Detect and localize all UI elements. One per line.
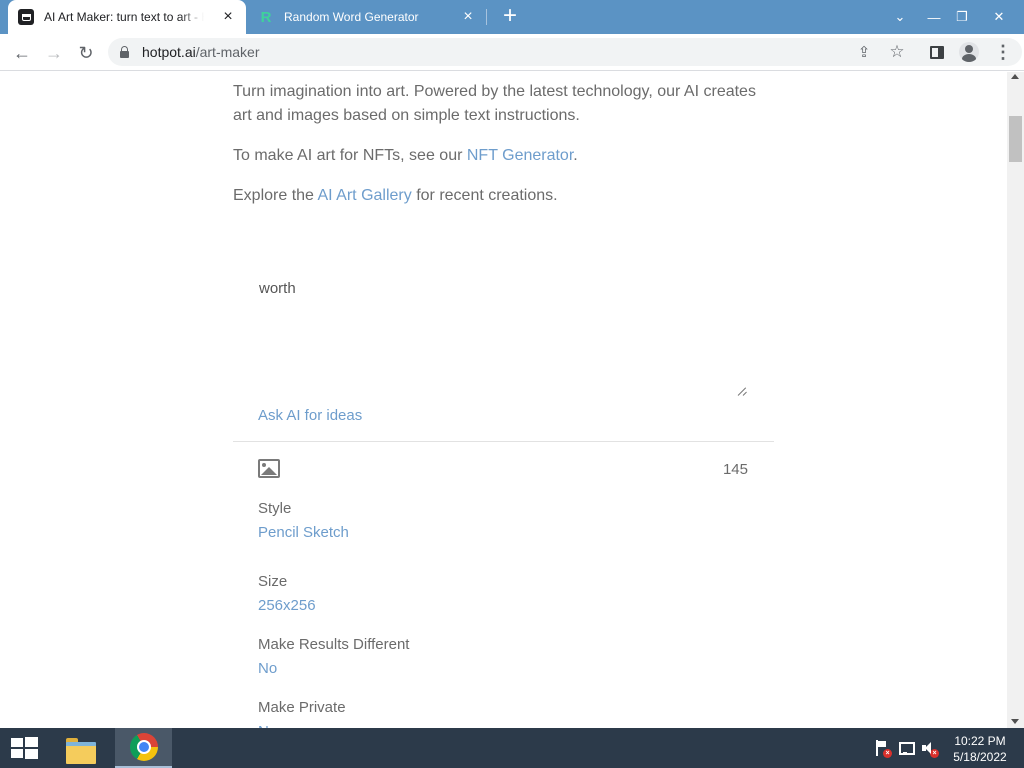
nft-paragraph: To make AI art for NFTs, see our NFT Gen… [233, 144, 773, 168]
tab-title: Random Word Generator [284, 10, 419, 24]
url-path: /art-maker [195, 44, 260, 60]
close-window-button[interactable]: ✕ [982, 0, 1016, 34]
browser-toolbar: ← → ↻ hotpot.ai/art-maker ⇪ ☆ ⋮ [0, 34, 1024, 71]
scrollbar-thumb[interactable] [1009, 116, 1022, 162]
tab-title: AI Art Maker: turn text to art - Hotpot.… [44, 10, 204, 24]
more-menu-icon[interactable]: ⋮ [992, 41, 1014, 63]
vertical-scrollbar[interactable] [1007, 72, 1024, 728]
nft-suffix: . [573, 147, 578, 164]
ask-ai-ideas-link[interactable]: Ask AI for ideas [258, 407, 362, 424]
start-button[interactable] [0, 728, 48, 768]
divider [233, 441, 774, 442]
lock-icon[interactable] [120, 46, 129, 58]
image-upload-icon[interactable] [258, 459, 280, 478]
volume-muted-icon[interactable]: × [921, 740, 939, 758]
tab-search-chevron-icon[interactable]: ⌄ [883, 0, 917, 34]
ai-art-gallery-link[interactable]: AI Art Gallery [318, 187, 412, 204]
prompt-textarea[interactable]: worth [247, 276, 755, 400]
hotpot-favicon-icon [18, 9, 34, 25]
tab-separator [486, 9, 487, 25]
size-select[interactable]: 256x256 [258, 597, 316, 614]
forward-arrow-icon[interactable]: → [41, 40, 67, 66]
clock-time: 10:22 PM [954, 734, 1006, 748]
gallery-text: Explore the [233, 187, 318, 204]
share-icon[interactable]: ⇪ [854, 42, 874, 62]
size-label: Size [258, 573, 288, 590]
folder-icon [66, 736, 96, 764]
chrome-taskbar-button[interactable] [115, 728, 172, 768]
profile-avatar-icon[interactable] [958, 41, 980, 63]
make-results-different-label: Make Results Different [258, 636, 410, 653]
intro-paragraph: Turn imagination into art. Powered by th… [233, 83, 756, 124]
close-tab-icon[interactable]: × [460, 9, 476, 25]
scroll-down-arrow-icon[interactable] [1011, 719, 1019, 724]
action-center-flag-icon[interactable]: × [874, 740, 892, 758]
windows-logo-icon [11, 737, 38, 759]
reload-icon[interactable]: ↻ [73, 40, 99, 66]
windows-taskbar: × × 10:22 PM 5/18/2022 [0, 728, 1024, 768]
tab-random-word-generator[interactable]: R Random Word Generator × [250, 0, 486, 34]
system-clock[interactable]: 10:22 PM 5/18/2022 [948, 733, 1012, 765]
close-tab-icon[interactable]: × [220, 9, 236, 25]
back-arrow-icon[interactable]: ← [9, 40, 35, 66]
chrome-icon [129, 733, 158, 761]
file-explorer-taskbar-button[interactable] [58, 728, 104, 768]
page-viewport: Turn imagination into art. Powered by th… [0, 72, 1007, 728]
clock-date: 5/18/2022 [953, 750, 1007, 764]
letter-r-favicon-icon: R [260, 8, 272, 26]
make-private-label: Make Private [258, 699, 346, 716]
new-tab-button[interactable]: + [498, 4, 522, 29]
restore-button[interactable]: ❐ [945, 0, 979, 34]
nft-text: To make AI art for NFTs, see our [233, 147, 467, 164]
bookmark-star-icon[interactable]: ☆ [887, 42, 907, 62]
tab-ai-art-maker[interactable]: AI Art Maker: turn text to art - Hotpot.… [8, 0, 246, 34]
style-select[interactable]: Pencil Sketch [258, 524, 349, 541]
address-bar[interactable]: hotpot.ai/art-maker ⇪ ☆ [108, 38, 1022, 66]
gallery-suffix: for recent creations. [411, 187, 558, 204]
tab-strip: AI Art Maker: turn text to art - Hotpot.… [0, 0, 1024, 34]
gallery-paragraph: Explore the AI Art Gallery for recent cr… [233, 184, 773, 208]
side-panel-icon[interactable] [926, 41, 948, 63]
url-host: hotpot.ai [142, 44, 196, 60]
textarea-resize-handle[interactable] [738, 387, 748, 397]
scroll-up-arrow-icon[interactable] [1011, 74, 1019, 79]
make-results-different-select[interactable]: No [258, 660, 277, 677]
character-count: 145 [722, 461, 748, 478]
network-icon[interactable] [898, 740, 915, 756]
nft-generator-link[interactable]: NFT Generator [467, 147, 573, 164]
style-label: Style [258, 500, 292, 517]
url-text[interactable]: hotpot.ai/art-maker [142, 44, 260, 60]
